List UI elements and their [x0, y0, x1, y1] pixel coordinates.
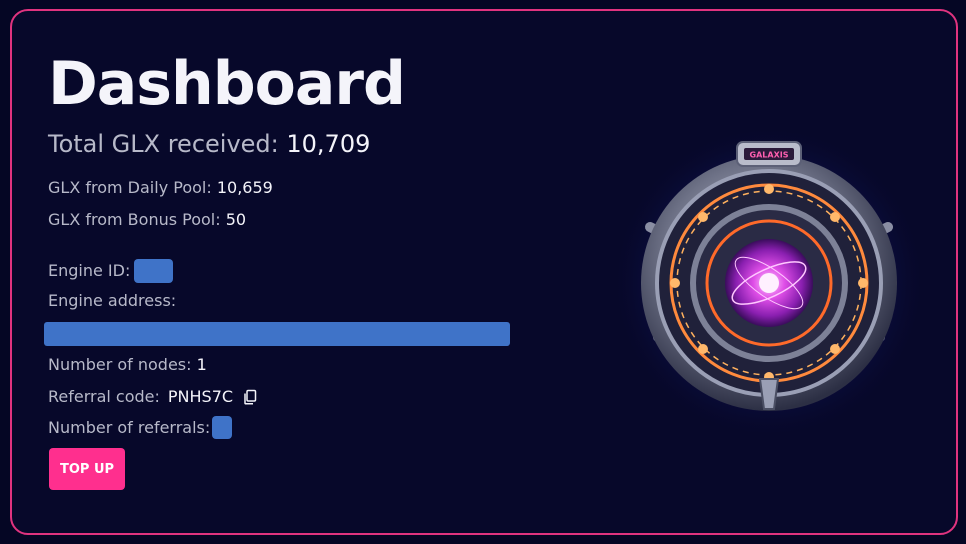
engine-address-label: Engine address:: [48, 291, 177, 310]
daily-pool-label: GLX from Daily Pool:: [48, 178, 217, 197]
dashboard-info: Dashboard Total GLX received: 10,709 GLX…: [44, 49, 518, 490]
total-glx-value: 10,709: [286, 130, 371, 158]
referrals-value-redacted: [212, 416, 233, 439]
dashboard-card: Dashboard Total GLX received: 10,709 GLX…: [10, 9, 958, 535]
referrals-label: Number of referrals:: [48, 417, 211, 437]
total-glx-label: Total GLX received:: [48, 130, 287, 158]
referral-code-label: Referral code:: [48, 387, 160, 406]
engine-illustration: GALAXIS: [610, 123, 928, 441]
referrals-row: Number of referrals:: [48, 416, 233, 439]
engine-id-row: Engine ID:: [48, 259, 174, 283]
bonus-pool-row: GLX from Bonus Pool: 50: [48, 210, 246, 230]
nodes-label: Number of nodes:: [48, 355, 197, 374]
engine-address-row: Engine address:: [48, 291, 176, 311]
daily-pool-row: GLX from Daily Pool: 10,659: [48, 178, 273, 198]
total-glx: Total GLX received: 10,709: [48, 129, 518, 159]
page-title: Dashboard: [48, 49, 406, 119]
engine-id-redacted: [134, 259, 174, 283]
copy-icon[interactable]: [242, 389, 258, 405]
nodes-row: Number of nodes: 1: [48, 355, 207, 375]
engine-id-label: Engine ID:: [48, 261, 131, 280]
daily-pool-value: 10,659: [216, 178, 273, 197]
referral-code-value: PNHS7C: [167, 387, 234, 406]
referral-code-row: Referral code: PNHS7C: [48, 387, 258, 407]
bonus-pool-label: GLX from Bonus Pool:: [48, 210, 226, 229]
engine-address-redacted: [44, 322, 510, 346]
nodes-value: 1: [196, 355, 207, 374]
top-up-button[interactable]: TOP UP: [49, 448, 125, 490]
bonus-pool-value: 50: [225, 210, 247, 229]
engine-badge-text: GALAXIS: [750, 151, 789, 160]
